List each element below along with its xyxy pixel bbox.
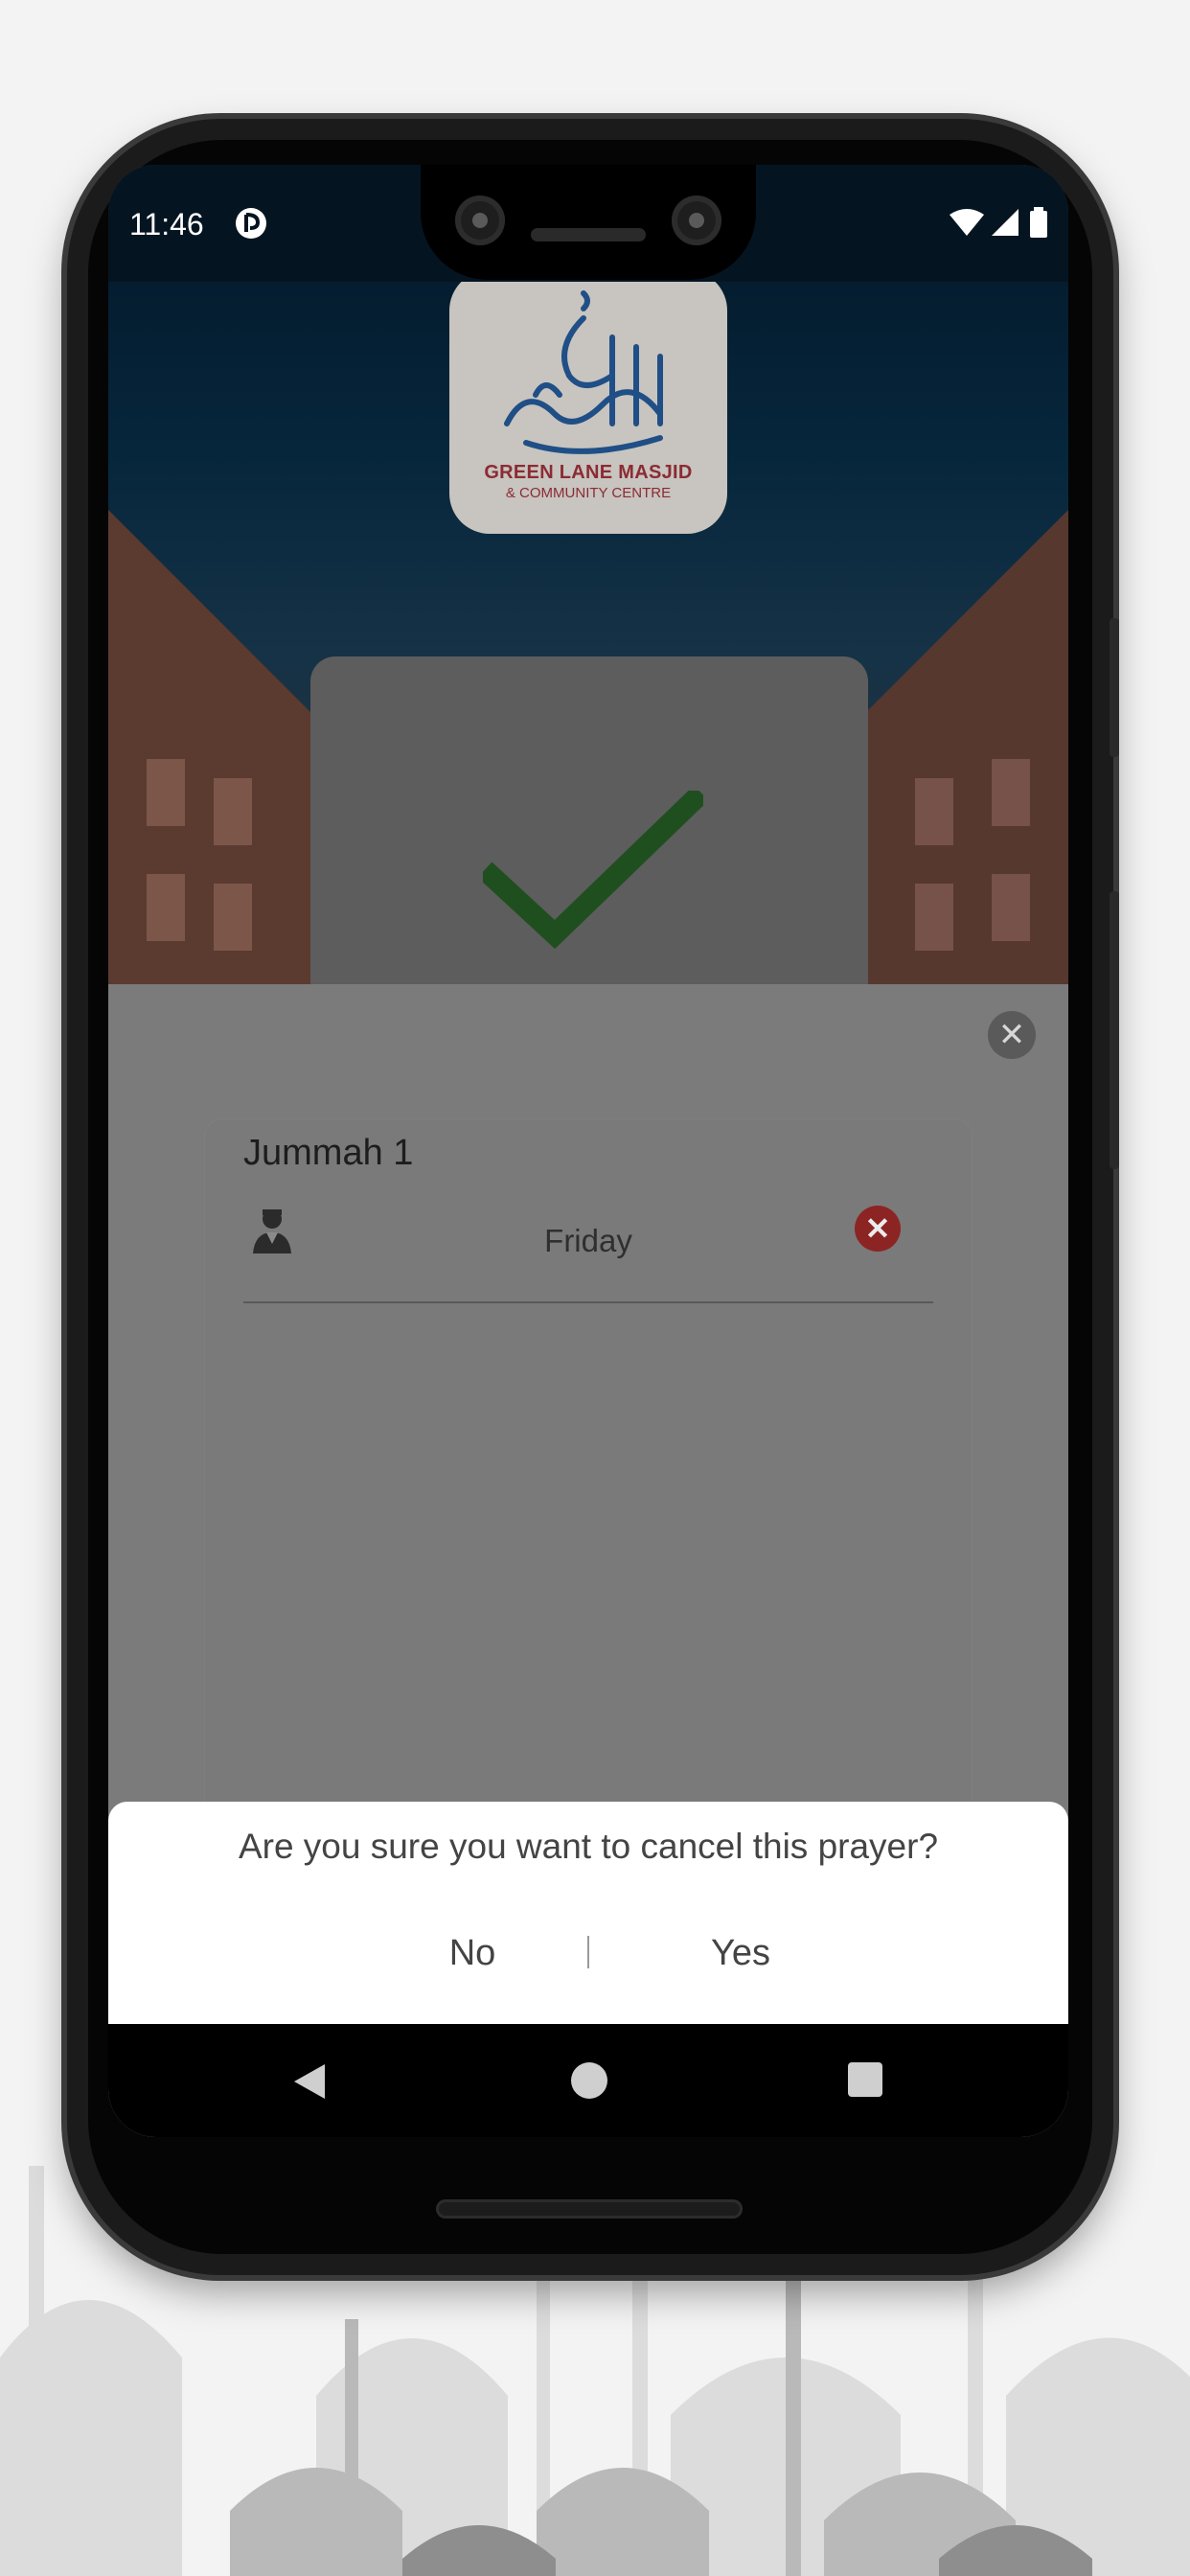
checkmark-icon xyxy=(483,791,703,950)
divider xyxy=(243,1301,933,1303)
status-time: 11:46 xyxy=(129,207,204,242)
building-left-image xyxy=(108,510,319,984)
yes-button[interactable]: Yes xyxy=(664,1924,817,1982)
device-screen: GREEN LANE MASJID & COMMUNITY CENTRE 11:… xyxy=(108,165,1068,2137)
confirm-dialog: Are you sure you want to cancel this pra… xyxy=(108,1802,1068,2024)
status-icons xyxy=(950,207,1047,238)
camera-notch xyxy=(421,165,756,280)
no-button[interactable]: No xyxy=(405,1924,539,1982)
battery-icon xyxy=(1030,211,1047,238)
wifi-icon xyxy=(950,209,984,236)
bottom-speaker xyxy=(436,2199,743,2219)
signal-icon xyxy=(992,209,1018,236)
back-icon[interactable] xyxy=(290,2062,329,2101)
logo-title: GREEN LANE MASJID xyxy=(484,462,693,483)
hero-background: GREEN LANE MASJID & COMMUNITY CENTRE xyxy=(108,165,1068,1059)
recents-icon[interactable] xyxy=(848,2062,882,2097)
front-camera-right xyxy=(672,196,721,245)
masjid-logo: GREEN LANE MASJID & COMMUNITY CENTRE xyxy=(449,270,727,534)
volume-button xyxy=(1110,891,1119,1169)
home-icon[interactable] xyxy=(571,2062,607,2099)
building-right-image xyxy=(858,510,1068,984)
front-camera-left xyxy=(455,196,505,245)
dialog-separator xyxy=(587,1936,589,1968)
earpiece xyxy=(531,228,646,242)
prayer-title: Jummah 1 xyxy=(243,1133,414,1173)
remove-icon[interactable]: ✕ xyxy=(855,1206,901,1252)
logo-subtitle: & COMMUNITY CENTRE xyxy=(505,485,672,501)
status-bar: 11:46 xyxy=(108,165,1068,282)
app-notification-icon xyxy=(236,208,266,239)
power-button xyxy=(1110,618,1119,757)
dialog-message: Are you sure you want to cancel this pra… xyxy=(238,1827,939,1866)
calligraphy-logo-icon xyxy=(504,290,663,454)
close-icon[interactable]: ✕ xyxy=(988,1011,1036,1059)
navigation-bar xyxy=(108,2024,1068,2137)
